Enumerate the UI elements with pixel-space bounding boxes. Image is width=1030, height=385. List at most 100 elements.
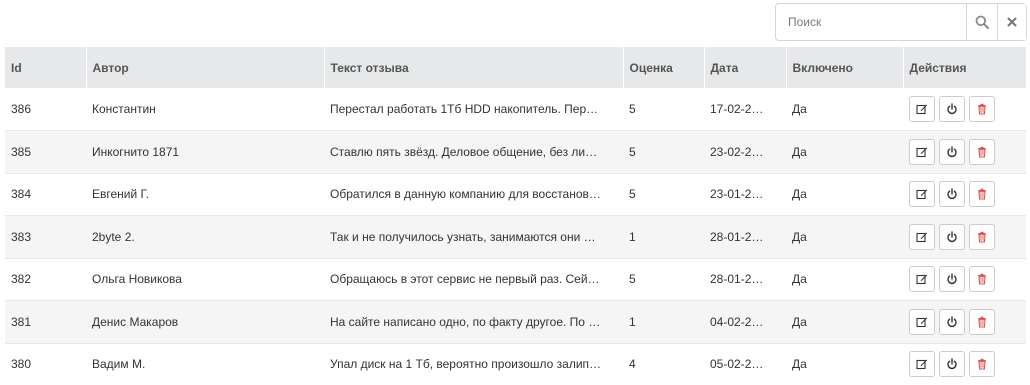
table-row[interactable]: 381 Денис Макаров На сайте написано одно… <box>5 300 1026 344</box>
column-header-text[interactable]: Текст отзыва <box>324 47 624 88</box>
toggle-button[interactable] <box>939 138 965 165</box>
column-header-rating[interactable]: Оценка <box>623 47 705 88</box>
trash-icon <box>978 103 986 115</box>
close-icon <box>1007 17 1017 27</box>
cell-review-text: Обращаюсь в этот сервис не первый раз. С… <box>324 258 623 301</box>
toggle-button[interactable] <box>939 223 965 250</box>
power-icon <box>947 358 957 370</box>
row-actions <box>909 181 1020 208</box>
cell-author: Ольга Новикова <box>86 258 324 301</box>
cell-date: 05-02-2… <box>704 343 786 385</box>
cell-date: 04-02-2… <box>704 300 786 344</box>
clear-search-button[interactable] <box>997 4 1026 40</box>
toggle-button[interactable] <box>939 351 965 378</box>
delete-button[interactable] <box>969 223 995 250</box>
cell-date: 28-01-2… <box>704 258 786 301</box>
edit-icon <box>916 359 928 370</box>
cell-id: 386 <box>5 88 86 131</box>
edit-button[interactable] <box>909 138 935 165</box>
toggle-button[interactable] <box>939 96 965 122</box>
toggle-button[interactable] <box>939 181 965 208</box>
trash-icon <box>978 316 986 328</box>
trash-icon <box>978 146 986 158</box>
cell-author: Вадим М. <box>86 343 324 385</box>
cell-id: 380 <box>5 343 86 385</box>
cell-rating: 5 <box>623 258 704 301</box>
row-actions <box>909 96 1020 122</box>
edit-button[interactable] <box>909 96 935 122</box>
cell-actions <box>903 300 1026 344</box>
cell-review-text: Обратился в данную компанию для восстано… <box>324 173 623 216</box>
cell-id: 385 <box>5 130 86 174</box>
edit-button[interactable] <box>909 266 935 293</box>
table-row[interactable]: 384 Евгений Г. Обратился в данную компан… <box>5 173 1026 216</box>
cell-rating: 4 <box>623 343 704 385</box>
table-row[interactable]: 380 Вадим М. Упал диск на 1 Тб, вероятно… <box>5 343 1026 385</box>
cell-actions <box>903 258 1026 301</box>
cell-id: 384 <box>5 173 86 216</box>
cell-enabled: Да <box>786 215 903 259</box>
edit-icon <box>916 232 928 242</box>
cell-review-text: Ставлю пять звёзд. Деловое общение, без … <box>324 130 623 174</box>
column-header-enabled[interactable]: Включено <box>786 47 904 88</box>
power-icon <box>947 316 957 327</box>
cell-review-text: Так и не получилось узнать, занимаются о… <box>324 215 623 259</box>
delete-button[interactable] <box>969 266 995 293</box>
table-row[interactable]: 385 Инкогнито 1871 Ставлю пять звёзд. Де… <box>5 130 1026 174</box>
column-header-author[interactable]: Автор <box>86 47 325 88</box>
power-icon <box>947 273 957 285</box>
edit-icon <box>916 147 928 157</box>
cell-enabled: Да <box>786 300 903 344</box>
cell-id: 381 <box>5 300 86 344</box>
table-header-row: Id Автор Текст отзыва Оценка Дата Включе… <box>5 47 1026 88</box>
column-header-date[interactable]: Дата <box>704 47 787 88</box>
table-row[interactable]: 382 Ольга Новикова Обращаюсь в этот серв… <box>5 258 1026 301</box>
cell-enabled: Да <box>786 343 903 385</box>
cell-enabled: Да <box>786 130 903 174</box>
cell-enabled: Да <box>786 258 903 301</box>
cell-rating: 1 <box>623 215 704 259</box>
power-icon <box>947 103 957 115</box>
row-actions <box>909 138 1020 165</box>
cell-rating: 1 <box>623 300 704 344</box>
toggle-button[interactable] <box>939 266 965 293</box>
edit-button[interactable] <box>909 351 935 378</box>
trash-icon <box>978 274 986 285</box>
delete-button[interactable] <box>969 181 995 208</box>
table-row[interactable]: 386 Константин Перестал работать 1Тб HDD… <box>5 88 1026 131</box>
row-actions <box>909 266 1020 293</box>
search-button[interactable] <box>966 4 997 40</box>
search-group <box>775 3 1027 41</box>
cell-actions <box>903 173 1026 216</box>
row-actions <box>909 351 1020 378</box>
table-row[interactable]: 383 2byte 2. Так и не получилось узнать,… <box>5 215 1026 259</box>
cell-author: Денис Макаров <box>86 300 324 344</box>
cell-rating: 5 <box>623 130 704 174</box>
delete-button[interactable] <box>969 308 995 335</box>
search-input[interactable] <box>776 4 966 40</box>
toggle-button[interactable] <box>939 308 965 335</box>
cell-date: 28-01-2… <box>704 215 786 259</box>
trash-icon <box>978 231 986 243</box>
delete-button[interactable] <box>969 351 995 378</box>
cell-review-text: Упал диск на 1 Тб, вероятно произошло за… <box>324 343 623 385</box>
edit-button[interactable] <box>909 181 935 208</box>
reviews-table: Id Автор Текст отзыва Оценка Дата Включе… <box>5 47 1026 385</box>
cell-review-text: На сайте написано одно, по факту другое.… <box>324 300 623 344</box>
edit-button[interactable] <box>909 308 935 335</box>
cell-date: 17-02-2… <box>704 88 786 131</box>
power-icon <box>947 146 957 157</box>
delete-button[interactable] <box>969 96 995 122</box>
delete-button[interactable] <box>969 138 995 165</box>
cell-author: Инкогнито 1871 <box>86 130 324 174</box>
edit-icon <box>916 274 928 285</box>
edit-icon <box>916 317 928 327</box>
cell-author: 2byte 2. <box>86 215 324 259</box>
cell-review-text: Перестал работать 1Тб HDD накопитель. Пе… <box>324 88 623 131</box>
edit-button[interactable] <box>909 223 935 250</box>
cell-actions <box>903 88 1026 131</box>
cell-date: 23-02-2… <box>704 130 786 174</box>
column-header-id[interactable]: Id <box>5 47 87 88</box>
cell-enabled: Да <box>786 173 903 216</box>
cell-rating: 5 <box>623 173 704 216</box>
